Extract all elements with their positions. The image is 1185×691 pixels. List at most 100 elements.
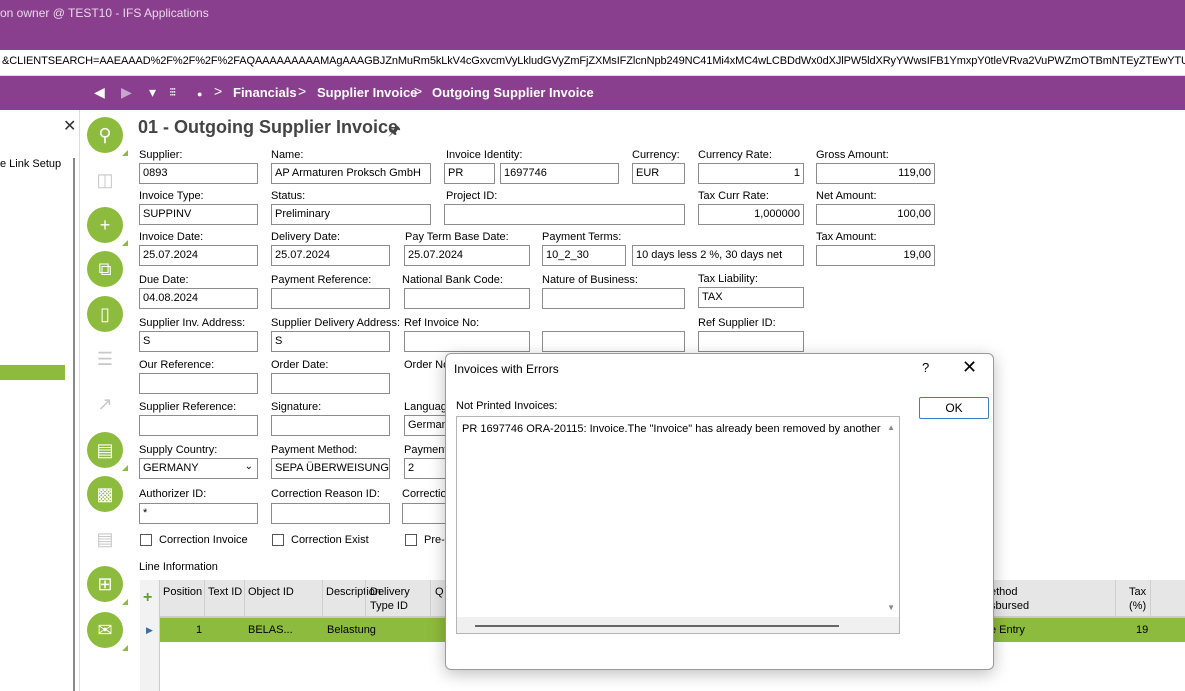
- vertical-scrollbar[interactable]: ▲ ▼: [882, 417, 899, 619]
- new-button[interactable]: +: [87, 207, 128, 246]
- supplier-field[interactable]: 0893: [139, 163, 258, 184]
- nature-of-business-field[interactable]: [542, 288, 685, 309]
- correction-reason-id-field[interactable]: [271, 503, 390, 524]
- pre-checkbox[interactable]: Pre-: [405, 534, 445, 546]
- currency-field[interactable]: EUR: [632, 163, 685, 184]
- currency-rate-field[interactable]: 1: [698, 163, 804, 184]
- cell-tax[interactable]: 19: [1136, 624, 1148, 636]
- payment-terms-description-field[interactable]: 10 days less 2 %, 30 days net: [632, 245, 804, 266]
- project-id-field[interactable]: [444, 204, 685, 225]
- add-attachment-button[interactable]: ⊞: [87, 566, 128, 605]
- payment-terms-field[interactable]: 10_2_30: [542, 245, 626, 266]
- column-quantity[interactable]: Q: [435, 585, 444, 599]
- list-icon: ☰: [96, 348, 114, 369]
- dot-icon[interactable]: ●: [197, 86, 202, 102]
- close-icon[interactable]: ✕: [962, 357, 977, 378]
- navigator-selected-item[interactable]: [0, 365, 65, 380]
- ok-button[interactable]: OK: [919, 397, 989, 419]
- tax-curr-rate-field[interactable]: 1,000000: [698, 204, 804, 225]
- gross-amount-field[interactable]: 119,00: [816, 163, 935, 184]
- authorizer-id-field[interactable]: *: [139, 503, 258, 524]
- scroll-up-icon[interactable]: ▲: [887, 423, 895, 432]
- net-amount-field[interactable]: 100,00: [816, 204, 935, 225]
- column-delivery-type-id[interactable]: Delivery Type ID: [370, 585, 430, 613]
- pay-term-base-date-field[interactable]: 25.07.2024: [404, 245, 530, 266]
- chat-button[interactable]: ✉: [87, 612, 128, 651]
- forward-icon[interactable]: ▶: [121, 84, 132, 100]
- invoice-no-field[interactable]: 1697746: [500, 163, 619, 184]
- report-button[interactable]: ▤: [87, 521, 123, 557]
- link-button[interactable]: ↗: [87, 386, 123, 422]
- payment-reference-field[interactable]: [271, 288, 390, 309]
- invoice-series-field[interactable]: PR: [444, 163, 495, 184]
- cell-method[interactable]: e Entry: [990, 624, 1025, 636]
- supplier-inv-address-field[interactable]: S: [139, 331, 258, 352]
- national-bank-code-field[interactable]: [404, 288, 530, 309]
- analysis-button[interactable]: ▩: [87, 476, 123, 512]
- column-text-id[interactable]: Text ID: [208, 585, 242, 599]
- order-date-field[interactable]: [271, 373, 390, 394]
- due-date-field[interactable]: 04.08.2024: [139, 288, 258, 309]
- error-message-text[interactable]: PR 1697746 ORA-20115: Invoice.The "Invoi…: [462, 423, 882, 435]
- breadcrumb-financials[interactable]: Financials: [233, 85, 297, 100]
- supply-country-select[interactable]: GERMANY ⌄: [139, 458, 258, 479]
- supplier-delivery-address-field[interactable]: S: [271, 331, 390, 352]
- details-icon: ▤: [96, 439, 114, 460]
- ref-invoice-extra-field[interactable]: [542, 331, 685, 352]
- supply-country-label: Supply Country:: [139, 444, 218, 456]
- breadcrumb-supplier-invoice[interactable]: Supplier Invoice: [317, 85, 417, 100]
- cell-position[interactable]: 1: [196, 624, 202, 636]
- help-icon[interactable]: ?: [922, 360, 929, 375]
- delivery-date-field[interactable]: 25.07.2024: [271, 245, 390, 266]
- column-method-disbursed[interactable]: ethod sbursed: [990, 585, 1029, 613]
- ref-invoice-no-field[interactable]: [404, 331, 530, 352]
- order-date-label: Order Date:: [271, 359, 329, 371]
- details-button[interactable]: ▤: [87, 432, 128, 471]
- ref-supplier-id-field[interactable]: [698, 331, 804, 352]
- invoice-date-field[interactable]: 25.07.2024: [139, 245, 258, 266]
- url-text[interactable]: &CLIENTSEARCH=AAEAAAD%2F%2F%2F%2FAQAAAAA…: [2, 55, 1185, 67]
- column-object-id[interactable]: Object ID: [248, 585, 294, 599]
- payment-method-field[interactable]: SEPA ÜBERWEISUNG: [271, 458, 390, 479]
- save-button[interactable]: ◫: [87, 162, 123, 198]
- apps-grid-icon[interactable]: ⁝⁝⁝: [169, 84, 177, 100]
- cell-description[interactable]: Belastung: [327, 624, 376, 636]
- horizontal-scrollbar[interactable]: [457, 617, 899, 633]
- navigator-scrollbar[interactable]: [73, 158, 75, 691]
- tax-amount-field[interactable]: 19,00: [816, 245, 935, 266]
- cell-object-id[interactable]: BELAS...: [248, 624, 293, 636]
- error-message-box[interactable]: PR 1697746 ORA-20115: Invoice.The "Invoi…: [456, 416, 900, 634]
- column-position[interactable]: Position: [163, 585, 202, 599]
- navigator-panel: ✕ e Link Setup: [0, 110, 80, 691]
- invoice-type-field[interactable]: SUPPINV: [139, 204, 258, 225]
- list-button[interactable]: ☰: [87, 341, 123, 377]
- column-tax-percent[interactable]: Tax (%): [1129, 585, 1146, 613]
- signature-field[interactable]: [271, 415, 390, 436]
- our-reference-field[interactable]: [139, 373, 258, 394]
- breadcrumb-outgoing-supplier-invoice[interactable]: Outgoing Supplier Invoice: [432, 85, 594, 100]
- status-field[interactable]: Preliminary: [271, 204, 431, 225]
- checkbox-box[interactable]: [140, 534, 152, 546]
- pin-icon[interactable]: 🖈: [388, 120, 401, 144]
- dropdown-icon[interactable]: ▾: [149, 84, 156, 100]
- add-row-icon[interactable]: +: [143, 589, 152, 607]
- chevron-right-icon: >: [214, 83, 223, 99]
- name-field[interactable]: AP Armaturen Proksch GmbH: [271, 163, 431, 184]
- delete-button[interactable]: ▯: [87, 296, 123, 332]
- scroll-down-icon[interactable]: ▼: [887, 603, 895, 612]
- checkbox-box[interactable]: [405, 534, 417, 546]
- checkbox-box[interactable]: [272, 534, 284, 546]
- scrollbar-thumb[interactable]: [475, 625, 839, 627]
- correction-exist-checkbox[interactable]: Correction Exist: [272, 534, 369, 546]
- supplier-reference-field[interactable]: [139, 415, 258, 436]
- navigator-item-link-setup[interactable]: e Link Setup: [0, 158, 61, 170]
- back-icon[interactable]: ◀: [94, 84, 105, 100]
- correction-invoice-checkbox[interactable]: Correction Invoice: [140, 534, 248, 546]
- duplicate-button[interactable]: ⧉: [87, 251, 123, 287]
- close-icon[interactable]: ✕: [63, 116, 76, 136]
- correction-exist-label: Correction Exist: [291, 534, 369, 546]
- url-bar[interactable]: &CLIENTSEARCH=AAEAAAD%2F%2F%2F%2FAQAAAAA…: [0, 50, 1185, 76]
- tax-liability-field[interactable]: TAX: [698, 287, 804, 308]
- chevron-down-icon[interactable]: ⌄: [245, 461, 253, 472]
- search-button[interactable]: ⚲: [87, 117, 128, 156]
